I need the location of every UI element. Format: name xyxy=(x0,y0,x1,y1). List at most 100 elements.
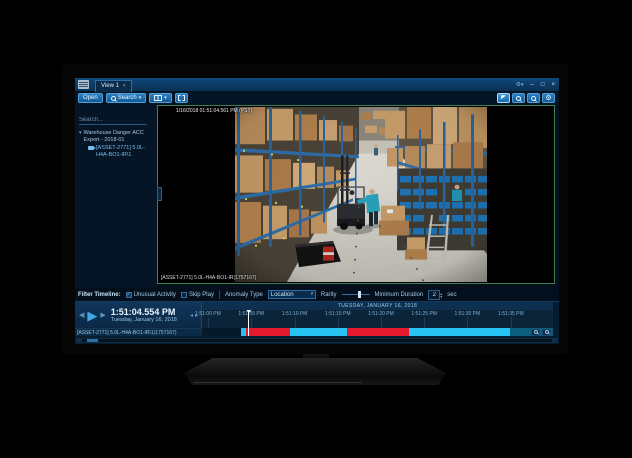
window-controls: ⚙▾ – □ × xyxy=(516,78,555,91)
cursor-icon: ◤ xyxy=(501,95,506,102)
main-area: ▾ Warehouse Danger ACC Export - 2018-01 … xyxy=(75,105,559,288)
caret-down-icon: ▾ xyxy=(310,292,313,297)
select-tool-button[interactable]: ◤ xyxy=(497,93,510,103)
open-button-label: Open xyxy=(83,95,98,101)
zoom-out-icon xyxy=(545,330,549,334)
gear-icon: ⚙ xyxy=(545,95,551,102)
anomaly-type-select[interactable]: Location ▾ xyxy=(268,290,316,299)
video-camera-label-overlay: [ASSET-2771] 5.0L-H4A-BO1-IR(1757167) xyxy=(161,275,256,281)
app-settings-button[interactable]: ⚙▾ xyxy=(516,82,524,88)
playback-controls: ◀ ▶ ▶ 1:51:04.554 PM Tuesday, January 16… xyxy=(75,302,201,328)
layout-grid-icon xyxy=(154,95,162,101)
playback-clock: 1:51:04.554 PM Tuesday, January 16, 2018 xyxy=(111,307,177,323)
timeline-playhead[interactable] xyxy=(248,310,249,336)
tab-label: View 1 xyxy=(101,83,119,89)
timeline-camera-row[interactable]: [ASSET-2771] 5.0L-H4A-BO1-IR\1(1757167) xyxy=(75,328,202,336)
sidebar: ▾ Warehouse Danger ACC Export - 2018-01 … xyxy=(75,105,157,288)
app-menu-button[interactable] xyxy=(78,80,89,89)
scene: View 1 × ⚙▾ – □ × Open Search ▾ xyxy=(0,0,632,458)
search-button[interactable]: Search ▾ xyxy=(106,93,147,103)
monitor: View 1 × ⚙▾ – □ × Open Search ▾ xyxy=(62,64,568,354)
checkbox-checked[interactable]: ✓ xyxy=(126,292,132,298)
monitor-stand-base xyxy=(184,358,446,385)
video-area: 1/16/2018 01:51:04.561 PM (PST) [ASSET-2… xyxy=(157,105,555,284)
minimize-button[interactable]: – xyxy=(531,82,534,88)
anomaly-type-label: Anomaly Type xyxy=(225,292,263,298)
previous-frame-button[interactable]: ◀ xyxy=(79,312,84,319)
unusual-activity-label: Unusual Activity xyxy=(134,292,176,298)
min-duration-stepper: ▴ ▾ xyxy=(428,290,442,300)
spinner-down-icon[interactable]: ▾ xyxy=(440,295,442,298)
scroll-left-button[interactable] xyxy=(77,339,82,342)
scroll-right-button[interactable] xyxy=(552,339,557,342)
jump-back-button[interactable]: ◂ xyxy=(190,312,193,319)
close-button[interactable]: × xyxy=(551,82,555,88)
camera-icon xyxy=(88,146,94,150)
playback-date: Tuesday, January 16, 2018 xyxy=(111,317,177,323)
timeline-zoom-in-button[interactable] xyxy=(531,329,540,336)
search-icon xyxy=(111,96,116,101)
timeline-scrollbar[interactable] xyxy=(76,338,558,343)
timeline-camera-row-label: [ASSET-2771] 5.0L-H4A-BO1-IR\1(1757167) xyxy=(77,330,177,336)
video-panel[interactable]: 1/16/2018 01:51:04.561 PM (PST) [ASSET-2… xyxy=(157,105,555,284)
tab-view-1[interactable]: View 1 × xyxy=(95,80,132,92)
next-frame-button[interactable]: ▶ xyxy=(100,312,105,319)
rarity-slider[interactable] xyxy=(342,290,370,299)
unusual-activity-checkbox[interactable]: ✓ Unusual Activity xyxy=(126,292,176,298)
zoom-in-icon xyxy=(534,330,538,334)
restore-button[interactable]: □ xyxy=(541,82,545,88)
caret-down-icon: ▾ xyxy=(521,82,524,88)
rarity-slider-handle[interactable] xyxy=(358,291,361,298)
timeline-segment-unusual[interactable] xyxy=(246,328,291,336)
zoom-out-tool-button[interactable] xyxy=(527,93,540,103)
min-duration-label: Minimum Duration xyxy=(375,292,424,298)
rarity-slider-track xyxy=(342,294,370,295)
playback-area: ◀ ▶ ▶ 1:51:04.554 PM Tuesday, January 16… xyxy=(75,301,559,344)
tree-root-label: Warehouse Danger ACC Export - 2018-01 xyxy=(84,130,155,143)
playback-controls-panel: ◀ ▶ ▶ 1:51:04.554 PM Tuesday, January 16… xyxy=(75,302,202,336)
zoom-in-tool-button[interactable] xyxy=(512,93,525,103)
anomaly-type-value: Location xyxy=(271,292,294,298)
timeline-segment-recorded[interactable] xyxy=(409,328,510,336)
skip-play-checkbox[interactable]: Skip Play xyxy=(181,292,214,298)
rarity-label: Rarity xyxy=(321,292,337,298)
timeline-segment-unusual[interactable] xyxy=(347,328,409,336)
zoom-out-icon xyxy=(531,96,536,101)
fullscreen-icon xyxy=(178,95,185,101)
timeline[interactable]: TUESDAY, JANUARY 16, 2018 1:51:00 PM1:51… xyxy=(202,302,553,336)
check-icon: ✓ xyxy=(126,293,131,297)
play-button[interactable]: ▶ xyxy=(87,309,97,322)
tree-expander-icon[interactable]: ▾ xyxy=(79,130,82,136)
playback-time: 1:51:04.554 PM xyxy=(111,307,177,317)
timeline-segment-recorded[interactable] xyxy=(290,328,347,336)
camera-view xyxy=(235,107,487,282)
settings-tool-button[interactable]: ⚙ xyxy=(542,93,555,103)
zoom-in-icon xyxy=(516,96,521,101)
timeline-track[interactable] xyxy=(202,328,553,336)
fullscreen-button[interactable] xyxy=(175,93,188,103)
timeline-zoom-out-button[interactable] xyxy=(542,329,551,336)
filter-bar: Filter Timeline: ✓ Unusual Activity Skip… xyxy=(75,288,559,301)
timeline-date-header: TUESDAY, JANUARY 16, 2018 xyxy=(202,302,553,310)
spinner: ▴ ▾ xyxy=(440,292,442,298)
toolbar: Open Search ▾ ▾ ◤ ⚙ xyxy=(75,91,559,105)
search-button-label: Search xyxy=(118,95,137,101)
checkbox-unchecked[interactable] xyxy=(181,292,187,298)
open-button[interactable]: Open xyxy=(78,93,103,103)
warehouse-video-frame xyxy=(235,107,487,282)
skip-play-label: Skip Play xyxy=(189,292,214,298)
scrollbar-thumb[interactable] xyxy=(87,339,98,342)
app-window: View 1 × ⚙▾ – □ × Open Search ▾ xyxy=(75,78,559,344)
panel-collapse-handle[interactable] xyxy=(157,187,162,201)
tree-camera-label: [ASSET-2771] 5.0L-H4A-BO1-IR\1 xyxy=(96,145,155,158)
titlebar: View 1 × ⚙▾ – □ × xyxy=(75,78,559,91)
view-tools-group: ◤ ⚙ xyxy=(497,93,555,103)
tab-close-icon[interactable]: × xyxy=(123,83,126,89)
min-duration-unit: sec xyxy=(447,292,456,298)
video-timestamp-overlay: 1/16/2018 01:51:04.561 PM (PST) xyxy=(176,108,252,114)
tree-item-camera[interactable]: [ASSET-2771] 5.0L-H4A-BO1-IR\1 xyxy=(88,145,155,158)
sidebar-search-input[interactable] xyxy=(79,116,147,125)
tree-item-export[interactable]: ▾ Warehouse Danger ACC Export - 2018-01 xyxy=(79,130,155,143)
min-duration-input[interactable] xyxy=(428,290,440,300)
layout-button[interactable]: ▾ xyxy=(149,93,172,103)
